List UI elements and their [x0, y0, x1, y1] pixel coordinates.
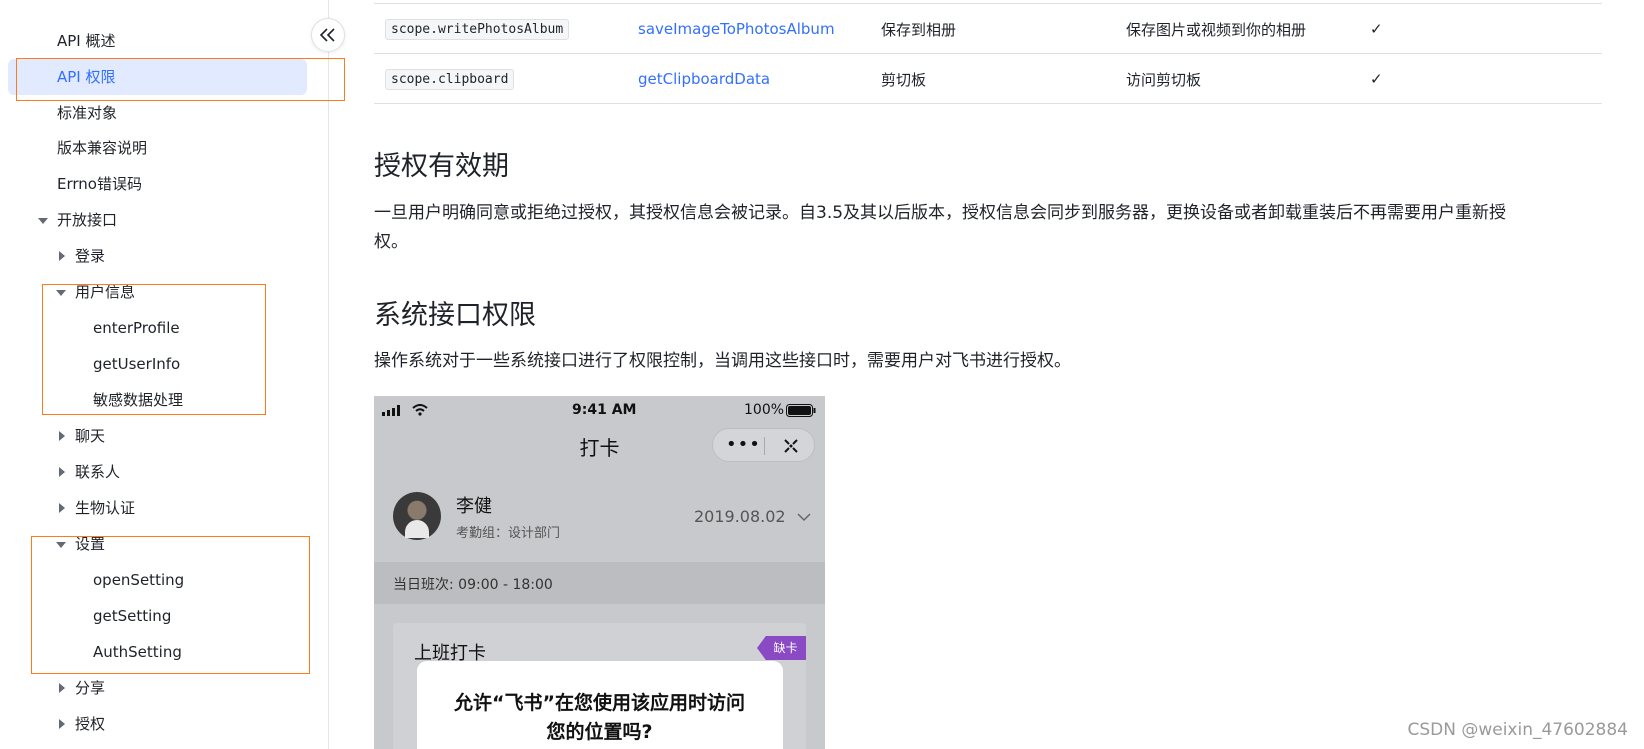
dialog-line2: 您的位置吗? — [546, 721, 653, 743]
table-row: scope.writePhotosAlbum saveImageToPhotos… — [374, 4, 1602, 54]
caret-right-icon[interactable] — [59, 251, 65, 261]
sidebar-item-label: 分享 — [75, 679, 106, 697]
check-cell: ✓ — [1370, 70, 1383, 88]
caret-right-icon[interactable] — [59, 719, 65, 729]
sidebar-nav: API 概述 API 权限 标准对象 版本兼容说明 Errno错误码 开放接口 … — [0, 0, 329, 749]
section-text-system: 操作系统对于一些系统接口进行了权限控制，当调用这些接口时，需要用户对飞书进行授权… — [374, 351, 1071, 371]
sidebar-item-open-api[interactable]: 开放接口 — [57, 202, 117, 238]
sidebar-item-label: 开放接口 — [57, 211, 118, 229]
scope-cell: scope.clipboard — [385, 54, 515, 104]
sidebar-item-label: 设置 — [75, 535, 106, 553]
sidebar-item-settings[interactable]: 设置 — [75, 526, 105, 562]
missing-badge: 缺卡 — [757, 636, 806, 660]
caret-down-icon[interactable] — [56, 290, 66, 296]
sidebar-item-biometric[interactable]: 生物认证 — [75, 490, 135, 526]
sidebar-item-label: enterProfile — [93, 319, 180, 337]
caret-right-icon[interactable] — [59, 431, 65, 441]
sidebar-item-version-compat[interactable]: 版本兼容说明 — [57, 130, 147, 166]
sidebar-item-label: 版本兼容说明 — [57, 139, 148, 157]
sidebar-item-label: API 权限 — [57, 68, 116, 86]
sidebar-item-label: 聊天 — [75, 427, 106, 445]
sidebar-item-share[interactable]: 分享 — [75, 670, 105, 706]
caret-right-icon[interactable] — [59, 683, 65, 693]
sidebar-item-sensitive-data[interactable]: 敏感数据处理 — [93, 382, 183, 418]
mini-app-capsule: ••• — [712, 428, 815, 462]
validity-text-line2: 权。 — [374, 232, 408, 252]
desc-cell: 访问剪切板 — [1126, 70, 1202, 89]
scope-code: scope.clipboard — [385, 68, 515, 90]
sidebar-item-enterprofile[interactable]: enterProfile — [93, 310, 180, 346]
wifi-icon — [412, 404, 428, 416]
battery-percent: 100% — [744, 402, 785, 418]
api-link[interactable]: getClipboardData — [638, 70, 770, 88]
sidebar-item-user-info[interactable]: 用户信息 — [75, 274, 135, 310]
shift-text: 当日班次: 09:00 - 18:00 — [393, 577, 553, 593]
sidebar-item-label: 授权 — [75, 715, 106, 733]
double-chevron-left-icon — [320, 28, 335, 42]
sidebar-item-opensetting[interactable]: openSetting — [93, 562, 184, 598]
sidebar-item-label: 用户信息 — [75, 283, 136, 301]
phone-screenshot-image: 9:41 AM 100% 打卡 ••• 李健 考勤组：设计部门 2019.08.… — [374, 396, 825, 749]
collapse-sidebar-button[interactable] — [311, 18, 345, 52]
sidebar-item-api-overview[interactable]: API 概述 — [57, 23, 116, 59]
sidebar-item-login[interactable]: 登录 — [75, 238, 105, 274]
check-cell: ✓ — [1370, 20, 1383, 38]
name-cell: 剪切板 — [881, 70, 927, 89]
sidebar-item-authorize[interactable]: 授权 — [75, 706, 105, 742]
phone-time: 9:41 AM — [572, 402, 637, 418]
chevron-down-icon — [797, 513, 811, 522]
sidebar-item-label: 联系人 — [75, 463, 121, 481]
sidebar-item-label: Errno错误码 — [57, 175, 142, 193]
sidebar-item-standard-objects[interactable]: 标准对象 — [57, 95, 117, 131]
sidebar-item-label: getSetting — [93, 607, 172, 625]
caret-right-icon[interactable] — [59, 467, 65, 477]
api-cell: getClipboardData — [638, 54, 770, 104]
sidebar-item-authsetting[interactable]: AuthSetting — [93, 634, 182, 670]
avatar — [393, 492, 441, 540]
user-name: 李健 — [456, 496, 492, 517]
sidebar-item-api-permissions[interactable]: API 权限 — [8, 59, 307, 95]
api-link[interactable]: saveImageToPhotosAlbum — [638, 20, 835, 38]
section-text-validity: 一旦用户明确同意或拒绝过授权，其授权信息会被记录。自3.5及其以后版本，授权信息… — [374, 199, 1602, 257]
signal-icon — [382, 405, 400, 416]
sidebar-item-label: API 概述 — [57, 32, 116, 50]
name-cell: 保存到相册 — [881, 20, 957, 39]
sidebar-item-label: openSetting — [93, 571, 185, 589]
sidebar-item-label: 登录 — [75, 247, 106, 265]
sidebar-item-errno[interactable]: Errno错误码 — [57, 166, 142, 202]
validity-text-line1: 一旦用户明确同意或拒绝过授权，其授权信息会被记录。自3.5及其以后版本，授权信息… — [374, 203, 1507, 223]
user-group: 考勤组：设计部门 — [456, 526, 561, 541]
scope-cell: scope.writePhotosAlbum — [385, 4, 570, 54]
sidebar-item-getuserinfo[interactable]: getUserInfo — [93, 346, 180, 382]
caret-right-icon[interactable] — [59, 503, 65, 513]
section-title-system: 系统接口权限 — [374, 300, 536, 331]
desc-cell: 保存图片或视频到你的相册 — [1126, 20, 1307, 39]
section-title-validity: 授权有效期 — [374, 151, 509, 182]
close-capsule-icon — [784, 439, 798, 453]
sidebar-item-label: 标准对象 — [57, 104, 118, 122]
caret-down-icon[interactable] — [56, 542, 66, 548]
date-text: 2019.08.02 — [694, 507, 786, 526]
sidebar-item-label: 生物认证 — [75, 499, 136, 517]
attendance-date: 2019.08.02 — [694, 507, 811, 526]
caret-down-icon[interactable] — [38, 218, 48, 224]
api-cell: saveImageToPhotosAlbum — [638, 4, 835, 54]
dialog-line1: 允许“飞书”在您使用该应用时访问 — [454, 692, 745, 714]
sidebar-item-getsetting[interactable]: getSetting — [93, 598, 171, 634]
sidebar-item-label: getUserInfo — [93, 355, 181, 373]
dialog-message: 允许“飞书”在您使用该应用时访问 您的位置吗? — [374, 689, 825, 747]
phone-status-bar: 9:41 AM 100% — [374, 396, 825, 426]
sidebar-item-contacts[interactable]: 联系人 — [75, 454, 120, 490]
scope-code: scope.writePhotosAlbum — [385, 18, 570, 40]
sidebar-item-chat[interactable]: 聊天 — [75, 418, 105, 454]
more-dots-icon: ••• — [726, 434, 761, 455]
battery-icon — [786, 404, 816, 417]
sidebar-item-label: AuthSetting — [93, 643, 182, 661]
capsule-divider — [764, 437, 765, 455]
watermark: CSDN @weixin_47602884 — [1407, 720, 1628, 740]
table-row: scope.clipboard getClipboardData 剪切板 访问剪… — [374, 54, 1602, 104]
sidebar-item-label: 敏感数据处理 — [93, 391, 184, 409]
